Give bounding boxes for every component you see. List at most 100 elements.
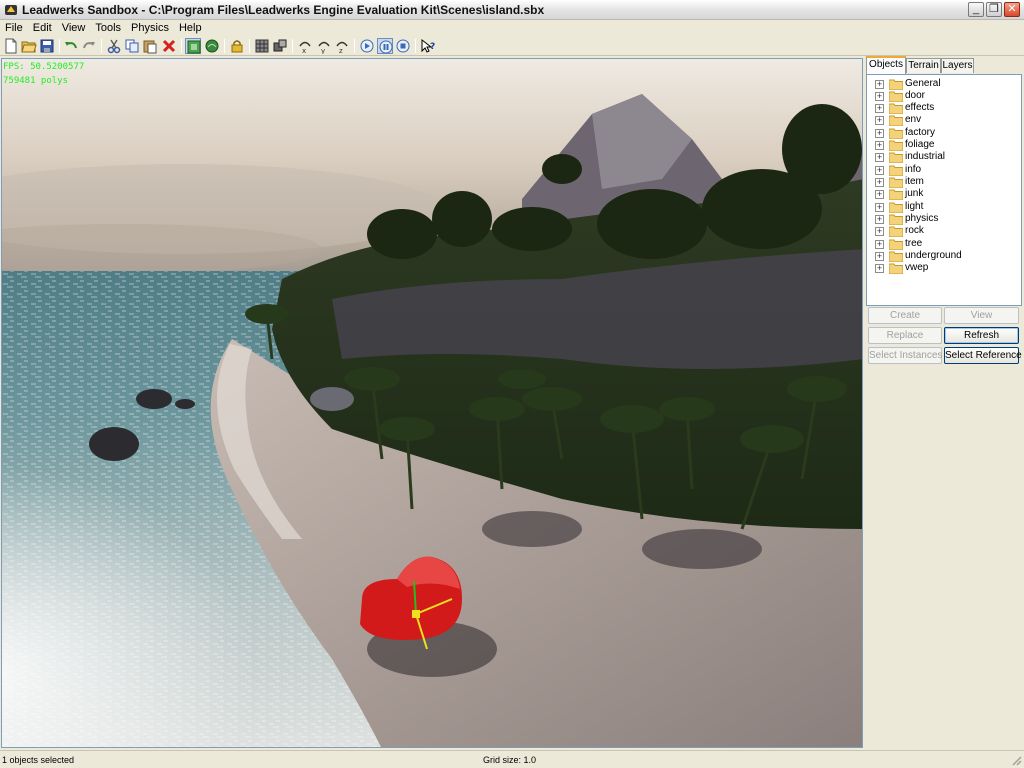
fps-overlay: FPS: 50.5200577 759481 polys (3, 60, 84, 88)
refresh-button[interactable]: Refresh (944, 327, 1019, 344)
expand-icon[interactable]: + (875, 252, 884, 261)
tree-item-junk[interactable]: + junk (867, 188, 1017, 200)
expand-icon[interactable]: + (875, 264, 884, 273)
select-instances-button[interactable]: Select Instances (868, 347, 942, 364)
select-mode-icon[interactable] (185, 38, 201, 54)
tree-item-foliage[interactable]: + foliage (867, 139, 1017, 151)
folder-icon (889, 140, 903, 151)
toolbar-separator (59, 39, 60, 53)
tab-terrain[interactable]: Terrain (906, 58, 941, 73)
toolbar-separator (101, 39, 102, 53)
open-folder-icon[interactable] (21, 38, 37, 54)
expand-icon[interactable]: + (875, 178, 884, 187)
island-scene-render (2, 59, 862, 747)
save-icon[interactable] (39, 38, 55, 54)
play-icon[interactable] (359, 38, 375, 54)
tree-item-vwep[interactable]: + vwep (867, 262, 1017, 274)
folder-icon (889, 152, 903, 163)
tree-item-industrial[interactable]: + industrial (867, 151, 1017, 163)
view-button[interactable]: View (944, 307, 1019, 324)
svg-text:z: z (339, 47, 343, 54)
svg-text:x: x (302, 47, 306, 54)
folder-icon (889, 189, 903, 200)
tree-item-physics[interactable]: + physics (867, 213, 1017, 225)
minimize-button[interactable]: _ (968, 2, 984, 17)
copy-icon[interactable] (124, 38, 140, 54)
toolbar: x y z ? (0, 36, 1024, 56)
tree-item-rock[interactable]: + rock (867, 225, 1017, 237)
help-icon[interactable]: ? (420, 38, 436, 54)
stop-icon[interactable] (395, 38, 411, 54)
menu-view[interactable]: View (57, 20, 91, 35)
folder-icon (889, 239, 903, 250)
snap-icon[interactable] (272, 38, 288, 54)
rotate-y-icon[interactable]: y (316, 38, 332, 54)
restore-button[interactable]: ❐ (986, 2, 1002, 17)
cut-icon[interactable] (106, 38, 122, 54)
toolbar-separator (224, 39, 225, 53)
expand-icon[interactable]: + (875, 227, 884, 236)
tree-item-effects[interactable]: + effects (867, 102, 1017, 114)
expand-icon[interactable]: + (875, 104, 884, 113)
tree-item-label: rock (905, 225, 924, 236)
expand-icon[interactable]: + (875, 129, 884, 138)
tree-item-factory[interactable]: + factory (867, 127, 1017, 139)
new-file-icon[interactable] (3, 38, 19, 54)
create-button[interactable]: Create (868, 307, 942, 324)
menu-physics[interactable]: Physics (126, 20, 174, 35)
expand-icon[interactable]: + (875, 92, 884, 101)
tab-layers[interactable]: Layers (941, 58, 974, 73)
tree-item-label: underground (905, 250, 962, 261)
folder-icon (889, 103, 903, 114)
object-tree[interactable]: + General + door + effects + env + factory + f… (866, 74, 1022, 306)
expand-icon[interactable]: + (875, 153, 884, 162)
window-title: Leadwerks Sandbox - C:\Program Files\Lea… (22, 3, 545, 17)
delete-icon[interactable] (161, 38, 177, 54)
replace-button[interactable]: Replace (868, 327, 942, 344)
tree-item-label: env (905, 114, 922, 125)
expand-icon[interactable]: + (875, 141, 884, 150)
scene-viewport[interactable]: FPS: 50.5200577 759481 polys (1, 58, 863, 748)
expand-icon[interactable]: + (875, 240, 884, 249)
select-reference-button[interactable]: Select Reference (944, 347, 1022, 364)
grid-icon[interactable] (254, 38, 270, 54)
expand-icon[interactable]: + (875, 80, 884, 89)
tree-item-label: General (905, 78, 941, 89)
expand-icon[interactable]: + (875, 203, 884, 212)
terrain-mode-icon[interactable] (204, 38, 220, 54)
tree-item-label: effects (905, 102, 935, 113)
tree-item-light[interactable]: + light (867, 201, 1017, 213)
rotate-z-icon[interactable]: z (334, 38, 350, 54)
tree-item-info[interactable]: + info (867, 164, 1017, 176)
status-bar: 1 objects selected Grid size: 1.0 (0, 750, 1024, 768)
lock-icon[interactable] (229, 38, 245, 54)
tree-item-label: item (905, 176, 924, 187)
close-button[interactable]: ✕ (1004, 2, 1020, 17)
paste-icon[interactable] (142, 38, 158, 54)
expand-icon[interactable]: + (875, 116, 884, 125)
tree-item-label: junk (905, 188, 924, 199)
menu-file[interactable]: File (0, 20, 28, 35)
undo-icon[interactable] (63, 38, 79, 54)
tree-item-label: foliage (905, 139, 935, 150)
tree-item-underground[interactable]: + underground (867, 250, 1017, 262)
tree-item-door[interactable]: + door (867, 90, 1017, 102)
expand-icon[interactable]: + (875, 166, 884, 175)
redo-icon[interactable] (81, 38, 97, 54)
resize-grip-icon[interactable] (1010, 754, 1022, 766)
menu-help[interactable]: Help (174, 20, 207, 35)
expand-icon[interactable]: + (875, 190, 884, 199)
tree-item-tree[interactable]: + tree (867, 238, 1017, 250)
toolbar-separator (249, 39, 250, 53)
fps-text: FPS: 50.5200577 (3, 62, 85, 72)
pause-icon[interactable] (377, 38, 393, 54)
tab-objects[interactable]: Objects (866, 56, 906, 74)
menu-tools[interactable]: Tools (90, 20, 126, 35)
tree-item-general[interactable]: + General (867, 78, 1017, 90)
rotate-x-icon[interactable]: x (297, 38, 313, 54)
tree-item-env[interactable]: + env (867, 114, 1017, 126)
expand-icon[interactable]: + (875, 215, 884, 224)
tree-item-item[interactable]: + item (867, 176, 1017, 188)
app-logo-icon (5, 5, 17, 15)
menu-edit[interactable]: Edit (28, 20, 57, 35)
